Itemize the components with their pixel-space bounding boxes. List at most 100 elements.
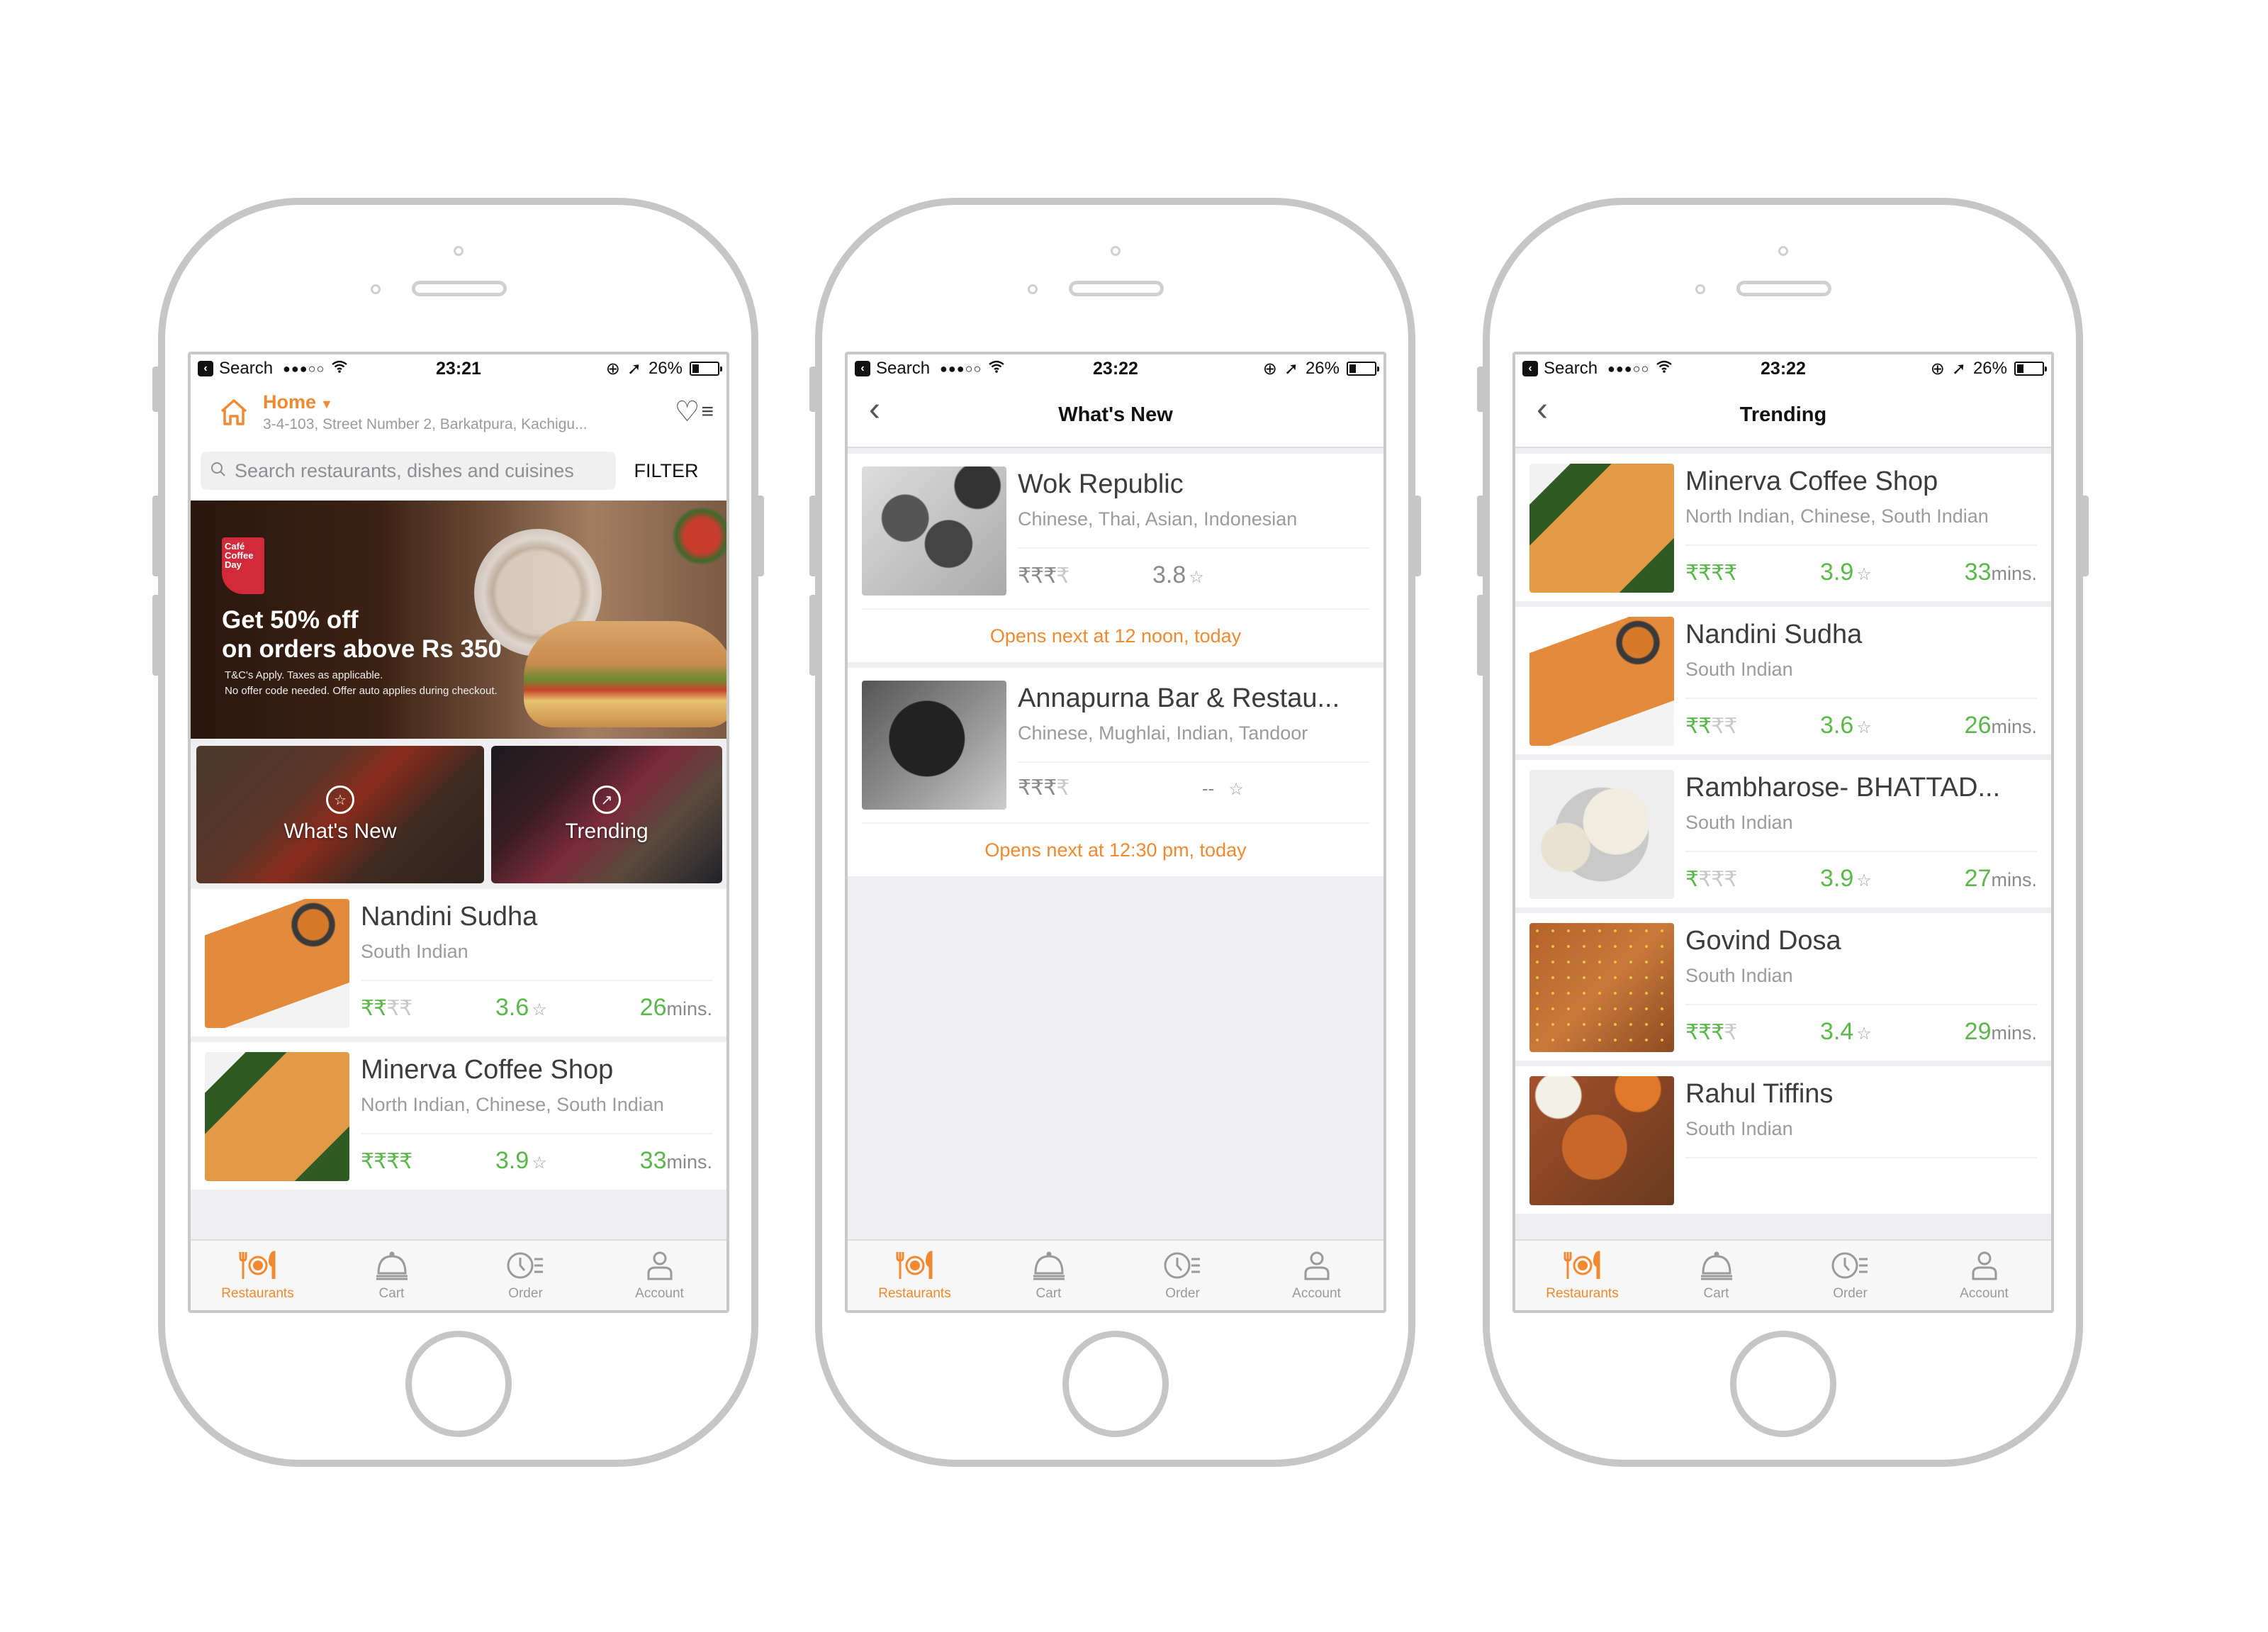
earpiece-speaker xyxy=(1736,281,1831,296)
restaurant-card[interactable]: Wok Republic Chinese, Thai, Asian, Indon… xyxy=(848,454,1383,662)
star-icon: ☆ xyxy=(1856,871,1872,890)
tab-restaurants[interactable]: Restaurants xyxy=(1515,1241,1649,1310)
rating: -- ☆ xyxy=(1152,778,1259,800)
rating-value: 3.9 xyxy=(1820,865,1854,892)
back-app-label[interactable]: Search xyxy=(219,359,273,379)
price-level: ₹₹₹₹ xyxy=(1018,776,1152,800)
restaurant-name[interactable]: Minerva Coffee Shop xyxy=(361,1055,712,1085)
promo-headline: Get 50% off on orders above Rs 350 xyxy=(222,605,502,664)
rating-value: 3.9 xyxy=(495,1147,529,1174)
delivery-time: 33mins. xyxy=(640,1147,712,1175)
tab-label: Cart xyxy=(1703,1286,1729,1301)
price-level: ₹₹₹₹ xyxy=(1685,1020,1820,1045)
back-app-label[interactable]: Search xyxy=(876,359,930,379)
eta-unit: mins. xyxy=(1991,716,2037,737)
tab-cart[interactable]: Cart xyxy=(325,1241,459,1310)
home-button[interactable] xyxy=(405,1331,512,1437)
restaurant-name[interactable]: Rahul Tiffins xyxy=(1685,1079,2037,1110)
mute-switch xyxy=(1477,367,1484,412)
restaurant-card[interactable]: Rahul Tiffins South Indian xyxy=(1515,1066,2051,1214)
sandwich-image xyxy=(524,621,726,727)
price-level: ₹₹₹₹ xyxy=(1685,714,1820,739)
restaurant-name[interactable]: Nandini Sudha xyxy=(361,902,712,932)
restaurant-card[interactable]: Minerva Coffee Shop North Indian, Chines… xyxy=(191,1042,726,1190)
eta-value: 27 xyxy=(1964,865,1992,892)
tile-whats-new[interactable]: ☆ What's New xyxy=(196,746,484,883)
restaurant-name[interactable]: Wok Republic xyxy=(1018,469,1369,500)
location-label[interactable]: Home xyxy=(263,391,316,413)
tile-trending-label: Trending xyxy=(565,820,649,843)
restaurant-name[interactable]: Minerva Coffee Shop xyxy=(1685,466,2037,497)
mute-switch xyxy=(809,367,816,412)
favorites-button[interactable]: ♡ ≡ xyxy=(675,396,714,428)
tab-account[interactable]: Account xyxy=(1917,1241,2051,1310)
restaurant-name[interactable]: Rambharose- BHATTAD... xyxy=(1685,773,2037,803)
back-to-app-icon[interactable]: ‹ xyxy=(855,361,870,376)
restaurant-card[interactable]: Nandini Sudha South Indian ₹₹₹₹ 3.6 ☆ 26m… xyxy=(1515,607,2051,754)
tab-order[interactable]: Order xyxy=(1783,1241,1917,1310)
front-camera xyxy=(1110,246,1121,256)
tab-account[interactable]: Account xyxy=(593,1241,726,1310)
heart-icon[interactable]: ♡ xyxy=(675,396,700,428)
restaurant-name[interactable]: Govind Dosa xyxy=(1685,926,2037,956)
rupee-active-icon: ₹ xyxy=(1043,776,1057,800)
restaurant-cuisine: South Indian xyxy=(1685,965,1793,986)
delivery-address: 3-4-103, Street Number 2, Barkatpura, Ka… xyxy=(263,415,588,432)
rupee-active-icon: ₹ xyxy=(1031,564,1044,588)
back-app-label[interactable]: Search xyxy=(1544,359,1598,379)
location-arrow-icon: ➚ xyxy=(627,359,641,379)
delivery-time: 29mins. xyxy=(1965,1018,2037,1046)
restaurant-cuisine: North Indian, Chinese, South Indian xyxy=(361,1094,664,1115)
rating: 3.9 ☆ xyxy=(1820,865,1926,893)
restaurant-thumbnail xyxy=(205,1052,349,1181)
restaurant-thumbnail xyxy=(1529,770,1674,899)
tab-restaurants[interactable]: Restaurants xyxy=(191,1241,325,1310)
divider xyxy=(1685,851,2037,852)
restaurant-name[interactable]: Nandini Sudha xyxy=(1685,620,2037,650)
tile-trending[interactable]: ↗ Trending xyxy=(491,746,722,883)
restaurant-card[interactable]: Nandini Sudha South Indian ₹₹₹₹ 3.6 ☆ 26m… xyxy=(191,889,726,1036)
restaurant-card[interactable]: Govind Dosa South Indian ₹₹₹₹ 3.4 ☆ 29min… xyxy=(1515,913,2051,1061)
power-button xyxy=(2082,496,2089,576)
location-selector[interactable]: Home ▼ 3-4-103, Street Number 2, Barkatpu… xyxy=(263,391,665,433)
caret-down-icon[interactable]: ▼ xyxy=(320,397,333,411)
restaurant-cuisine: South Indian xyxy=(1685,659,1793,680)
tab-cart[interactable]: Cart xyxy=(1649,1241,1783,1310)
eta-unit: mins. xyxy=(666,998,712,1019)
menu-icon[interactable]: ≡ xyxy=(701,400,714,424)
home-button[interactable] xyxy=(1062,1331,1169,1437)
home-button[interactable] xyxy=(1729,1331,1836,1437)
price-level: ₹₹₹₹ xyxy=(1685,867,1820,892)
front-camera xyxy=(1778,246,1788,256)
divider xyxy=(1018,547,1369,549)
battery-percent: 26% xyxy=(648,359,683,378)
back-to-app-icon[interactable]: ‹ xyxy=(198,361,213,376)
search-input[interactable]: Search restaurants, dishes and cuisines xyxy=(201,452,616,490)
promo-banner[interactable]: Café Coffee Day Get 50% off on orders abov… xyxy=(191,501,726,739)
restaurant-card[interactable]: Annapurna Bar & Restau... Chinese, Mughl… xyxy=(848,668,1383,876)
nav-bar: ‹ Trending xyxy=(1515,383,2051,448)
restaurant-name[interactable]: Annapurna Bar & Restau... xyxy=(1018,683,1369,714)
rupee-active-icon: ₹ xyxy=(374,997,387,1020)
back-to-app-icon[interactable]: ‹ xyxy=(1522,361,1538,376)
tab-account[interactable]: Account xyxy=(1250,1241,1383,1310)
tab-cart[interactable]: Cart xyxy=(982,1241,1116,1310)
restaurant-thumbnail xyxy=(1529,464,1674,593)
divider xyxy=(361,1133,712,1134)
back-chevron-icon[interactable]: ‹ xyxy=(1537,390,1548,429)
filter-button[interactable]: FILTER xyxy=(616,460,717,482)
tab-restaurants[interactable]: Restaurants xyxy=(848,1241,982,1310)
tab-label: Cart xyxy=(378,1286,405,1301)
restaurant-card[interactable]: Minerva Coffee Shop North Indian, Chines… xyxy=(1515,454,2051,601)
tab-order[interactable]: Order xyxy=(1116,1241,1250,1310)
rupee-active-icon: ₹ xyxy=(1698,715,1712,738)
restaurant-card[interactable]: Rambharose- BHATTAD... South Indian ₹₹₹₹… xyxy=(1515,760,2051,907)
nav-bar: ‹ What's New xyxy=(848,383,1383,448)
promo-headline-line1: Get 50% off xyxy=(222,606,359,634)
screen: ‹ Search ●●●○○ 23:22 ⊕ ➚ 26% ‹ Trending … xyxy=(1512,352,2054,1313)
rupee-active-icon: ₹ xyxy=(1018,564,1031,588)
back-chevron-icon[interactable]: ‹ xyxy=(869,390,880,429)
clock: 23:21 xyxy=(436,358,481,379)
tab-order[interactable]: Order xyxy=(459,1241,593,1310)
tile-whats-new-label: What's New xyxy=(284,820,397,843)
